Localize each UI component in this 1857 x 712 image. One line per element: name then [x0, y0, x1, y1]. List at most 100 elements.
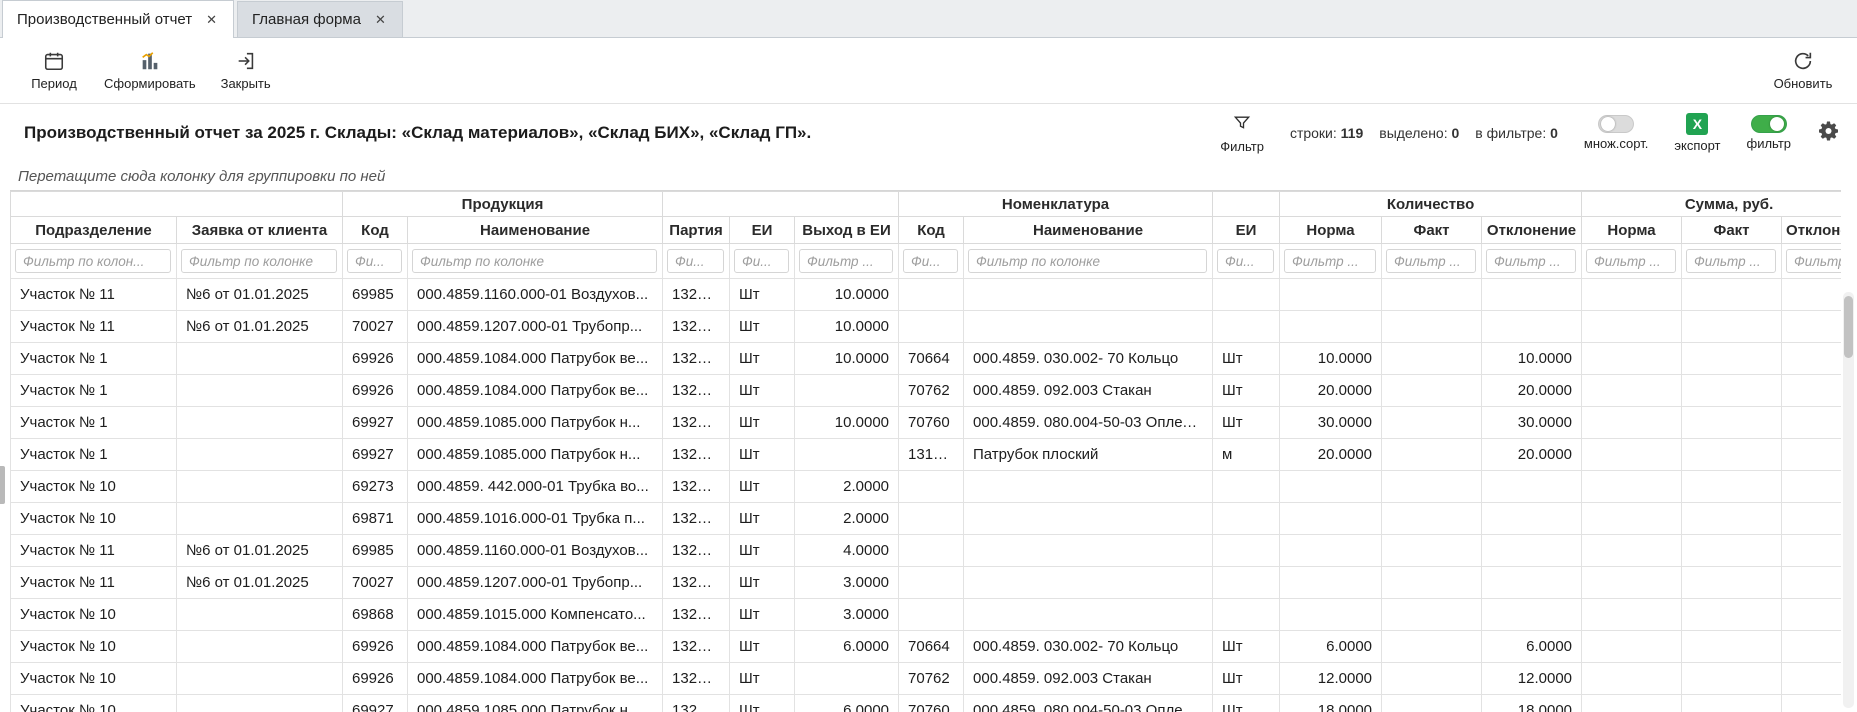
- table-row[interactable]: Участок № 1069273000.4859. 442.000-01 Тр…: [11, 471, 1842, 503]
- column-header-otklonenie[interactable]: Отклонение: [1482, 217, 1582, 244]
- grid-body: Участок № 11№6 от 01.01.202569985000.485…: [11, 279, 1842, 712]
- cell-norma: 12.0000: [1280, 663, 1382, 695]
- filter-input-otklonenie[interactable]: [1486, 249, 1576, 273]
- table-row[interactable]: Участок № 169927000.4859.1085.000 Патруб…: [11, 407, 1842, 439]
- tab-close-icon[interactable]: ✕: [373, 11, 388, 28]
- table-row[interactable]: Участок № 1069926000.4859.1084.000 Патру…: [11, 631, 1842, 663]
- period-button[interactable]: Период: [12, 43, 96, 99]
- column-header-norma[interactable]: Норма: [1280, 217, 1382, 244]
- table-row[interactable]: Участок № 11№6 от 01.01.202569985000.485…: [11, 279, 1842, 311]
- refresh-button-label: Обновить: [1774, 76, 1833, 91]
- refresh-button[interactable]: Обновить: [1761, 43, 1845, 99]
- left-splitter-handle[interactable]: [0, 466, 5, 504]
- cell-nom_kod: [899, 535, 964, 567]
- cell-partiya: 132327: [663, 663, 730, 695]
- settings-button[interactable]: [1817, 119, 1841, 148]
- table-row[interactable]: Участок № 11№6 от 01.01.202570027000.485…: [11, 311, 1842, 343]
- infilter-count: в фильтре: 0: [1475, 125, 1558, 141]
- filter-input-prod_name[interactable]: [412, 249, 657, 273]
- scrollbar-thumb[interactable]: [1844, 296, 1853, 358]
- group-by-zone[interactable]: Перетащите сюда колонку для группировки …: [0, 162, 1857, 190]
- filter-input-norma[interactable]: [1284, 249, 1376, 273]
- generate-button[interactable]: Сформировать: [96, 43, 204, 99]
- cell-partiya: 132177: [663, 535, 730, 567]
- cell-podrazdelenie: Участок № 1: [11, 439, 177, 471]
- filter-panel-button[interactable]: Фильтр: [1220, 113, 1264, 154]
- cell-nom_kod: 70664: [899, 343, 964, 375]
- filter-input-summa_otklonenie[interactable]: [1786, 249, 1841, 273]
- filter-input-zayavka[interactable]: [181, 249, 337, 273]
- column-header-prod_name[interactable]: Наименование: [408, 217, 663, 244]
- filter-input-nom_kod[interactable]: [903, 249, 958, 273]
- cell-norma: 30.0000: [1280, 407, 1382, 439]
- cell-prod_kod: 69868: [343, 599, 408, 631]
- cell-summa_otklonenie: [1782, 535, 1841, 567]
- cell-summa_fakt: [1682, 279, 1782, 311]
- filter-input-summa_fakt[interactable]: [1686, 249, 1776, 273]
- excel-export-icon[interactable]: X: [1686, 113, 1708, 135]
- cell-summa_otklonenie: [1782, 375, 1841, 407]
- filter-input-vyhod_ei[interactable]: [799, 249, 893, 273]
- tab-production-report[interactable]: Производственный отчет ✕: [2, 0, 234, 38]
- column-header-nom_name[interactable]: Наименование: [964, 217, 1213, 244]
- filter-input-nom_name[interactable]: [968, 249, 1207, 273]
- table-row[interactable]: Участок № 11№6 от 01.01.202569985000.485…: [11, 535, 1842, 567]
- cell-nom_name: 000.4859. 080.004-50-03 Оплетка: [964, 407, 1213, 439]
- vertical-scrollbar[interactable]: [1843, 292, 1854, 708]
- column-header-fakt[interactable]: Факт: [1382, 217, 1482, 244]
- filter-input-summa_norma[interactable]: [1586, 249, 1676, 273]
- column-header-ei_nom[interactable]: ЕИ: [1213, 217, 1280, 244]
- column-header-nom_kod[interactable]: Код: [899, 217, 964, 244]
- table-row[interactable]: Участок № 1069871000.4859.1016.000-01 Тр…: [11, 503, 1842, 535]
- band-spacer: [11, 192, 343, 217]
- table-row[interactable]: Участок № 1069927000.4859.1085.000 Патру…: [11, 695, 1842, 712]
- column-header-podrazdelenie[interactable]: Подразделение: [11, 217, 177, 244]
- table-row[interactable]: Участок № 1069868000.4859.1015.000 Компе…: [11, 599, 1842, 631]
- filter-input-partiya[interactable]: [667, 249, 724, 273]
- cell-summa_otklonenie: [1782, 567, 1841, 599]
- tab-close-icon[interactable]: ✕: [204, 11, 219, 28]
- filter-input-ei_nom[interactable]: [1217, 249, 1274, 273]
- cell-vyhod_ei: [795, 439, 899, 471]
- filter-input-podrazdelenie[interactable]: [15, 249, 171, 273]
- cell-vyhod_ei: 6.0000: [795, 695, 899, 712]
- cell-zayavka: [177, 631, 343, 663]
- filter-cell-prod_kod: [343, 244, 408, 279]
- table-row[interactable]: Участок № 169927000.4859.1085.000 Патруб…: [11, 439, 1842, 471]
- filter-input-ei_prod[interactable]: [734, 249, 789, 273]
- cell-prod_kod: 69927: [343, 695, 408, 712]
- cell-summa_fakt: [1682, 375, 1782, 407]
- tab-main-form[interactable]: Главная форма ✕: [237, 1, 403, 37]
- cell-summa_otklonenie: [1782, 343, 1841, 375]
- column-header-zayavka[interactable]: Заявка от клиента: [177, 217, 343, 244]
- cell-partiya: 132231: [663, 279, 730, 311]
- table-row[interactable]: Участок № 11№6 от 01.01.202570027000.485…: [11, 567, 1842, 599]
- column-header-summa_fakt[interactable]: Факт: [1682, 217, 1782, 244]
- filter-input-fakt[interactable]: [1386, 249, 1476, 273]
- cell-summa_fakt: [1682, 599, 1782, 631]
- table-row[interactable]: Участок № 169926000.4859.1084.000 Патруб…: [11, 343, 1842, 375]
- cell-nom_kod: 70762: [899, 663, 964, 695]
- filter-toggle[interactable]: [1751, 115, 1787, 133]
- multisort-toggle[interactable]: [1598, 115, 1634, 133]
- column-header-vyhod_ei[interactable]: Выход в ЕИ: [795, 217, 899, 244]
- export-label: экспорт: [1674, 138, 1720, 153]
- table-row[interactable]: Участок № 1069926000.4859.1084.000 Патру…: [11, 663, 1842, 695]
- cell-norma: 10.0000: [1280, 343, 1382, 375]
- column-header-partiya[interactable]: Партия: [663, 217, 730, 244]
- cell-otklonenie: [1482, 279, 1582, 311]
- column-header-prod_kod[interactable]: Код: [343, 217, 408, 244]
- column-header-summa_otklonenie[interactable]: Отклонение: [1782, 217, 1841, 244]
- cell-partiya: 132219: [663, 439, 730, 471]
- column-header-summa_norma[interactable]: Норма: [1582, 217, 1682, 244]
- filter-input-prod_kod[interactable]: [347, 249, 402, 273]
- column-header-row: ПодразделениеЗаявка от клиентаКодНаимено…: [11, 217, 1842, 244]
- cell-summa_norma: [1582, 695, 1682, 712]
- cell-fakt: [1382, 503, 1482, 535]
- column-header-ei_prod[interactable]: ЕИ: [730, 217, 795, 244]
- cell-vyhod_ei: 10.0000: [795, 407, 899, 439]
- table-row[interactable]: Участок № 169926000.4859.1084.000 Патруб…: [11, 375, 1842, 407]
- close-button[interactable]: Закрыть: [204, 43, 288, 99]
- cell-ei_prod: Шт: [730, 439, 795, 471]
- group-by-hint-text: Перетащите сюда колонку для группировки …: [18, 168, 385, 185]
